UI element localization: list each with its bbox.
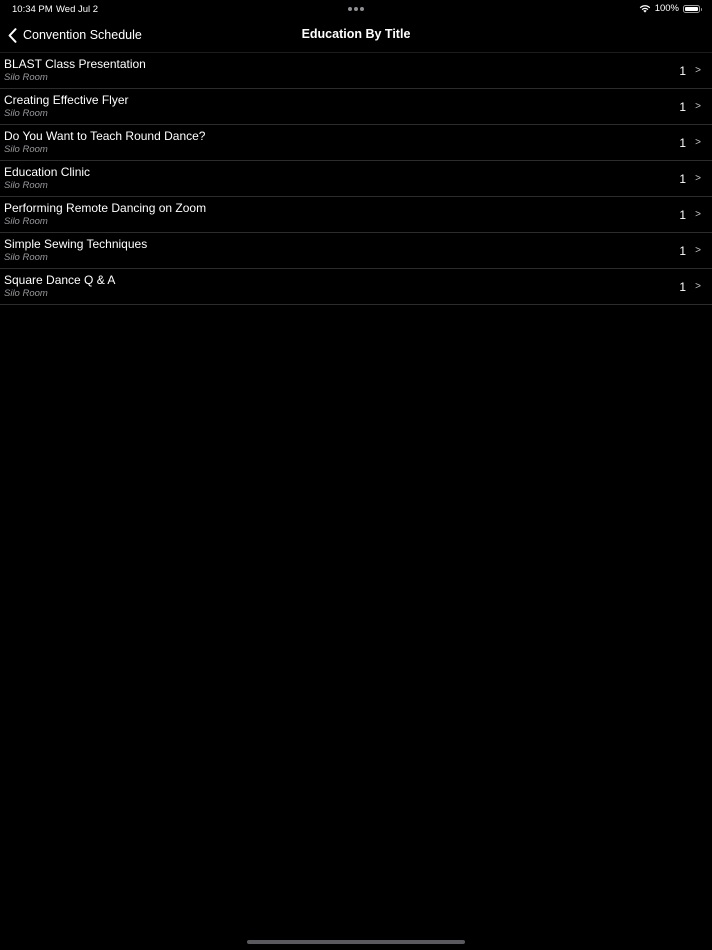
item-count: 1 [679, 172, 686, 186]
list-item[interactable]: Education Clinic Silo Room 1 > [0, 161, 712, 197]
item-title: Do You Want to Teach Round Dance? [4, 129, 206, 143]
list-item[interactable]: Performing Remote Dancing on Zoom Silo Ro… [0, 197, 712, 233]
navigation-bar: Convention Schedule Education By Title [0, 18, 712, 52]
item-location: Silo Room [4, 180, 48, 191]
item-count: 1 [679, 136, 686, 150]
education-list: BLAST Class Presentation Silo Room 1 > Creat… [0, 52, 712, 305]
item-count: 1 [679, 208, 686, 222]
item-location: Silo Room [4, 108, 48, 119]
battery-percent: 100% [654, 3, 679, 14]
page-title: Education By Title [301, 27, 411, 41]
list-item[interactable]: Simple Sewing Techniques Silo Room 1 > [0, 233, 712, 269]
item-count: 1 [679, 280, 686, 294]
status-time: 10:34 PM [12, 4, 53, 15]
item-count: 1 [679, 64, 686, 78]
wifi-icon [639, 4, 651, 13]
chevron-right-icon: > [695, 281, 701, 292]
chevron-right-icon: > [695, 65, 701, 76]
item-title: Education Clinic [4, 165, 91, 179]
item-title: Creating Effective Flyer [4, 93, 129, 107]
item-location: Silo Room [4, 72, 48, 83]
chevron-right-icon: > [695, 209, 701, 220]
multitasking-dots-icon[interactable] [348, 7, 364, 11]
list-item[interactable]: Do You Want to Teach Round Dance? Silo Ro… [0, 125, 712, 161]
list-item[interactable]: Square Dance Q & A Silo Room 1 > [0, 269, 712, 305]
item-count: 1 [679, 100, 686, 114]
item-title: BLAST Class Presentation [4, 57, 146, 71]
item-title: Performing Remote Dancing on Zoom [4, 201, 207, 215]
battery-icon [683, 4, 702, 13]
chevron-right-icon: > [695, 245, 701, 256]
home-indicator[interactable] [247, 940, 465, 944]
status-indicators: 100% [639, 3, 702, 14]
list-item[interactable]: Creating Effective Flyer Silo Room 1 > [0, 89, 712, 125]
status-date: Wed Jul 2 [56, 4, 99, 15]
item-count: 1 [679, 244, 686, 258]
item-location: Silo Room [4, 144, 48, 155]
status-bar: 10:34 PM Wed Jul 2 100% [0, 0, 712, 18]
item-title: Square Dance Q & A [4, 273, 116, 287]
chevron-right-icon: > [695, 101, 701, 112]
item-title: Simple Sewing Techniques [4, 237, 148, 251]
item-location: Silo Room [4, 252, 48, 263]
chevron-right-icon: > [695, 173, 701, 184]
item-location: Silo Room [4, 216, 48, 227]
item-location: Silo Room [4, 288, 48, 299]
list-item[interactable]: BLAST Class Presentation Silo Room 1 > [0, 53, 712, 89]
chevron-right-icon: > [695, 137, 701, 148]
